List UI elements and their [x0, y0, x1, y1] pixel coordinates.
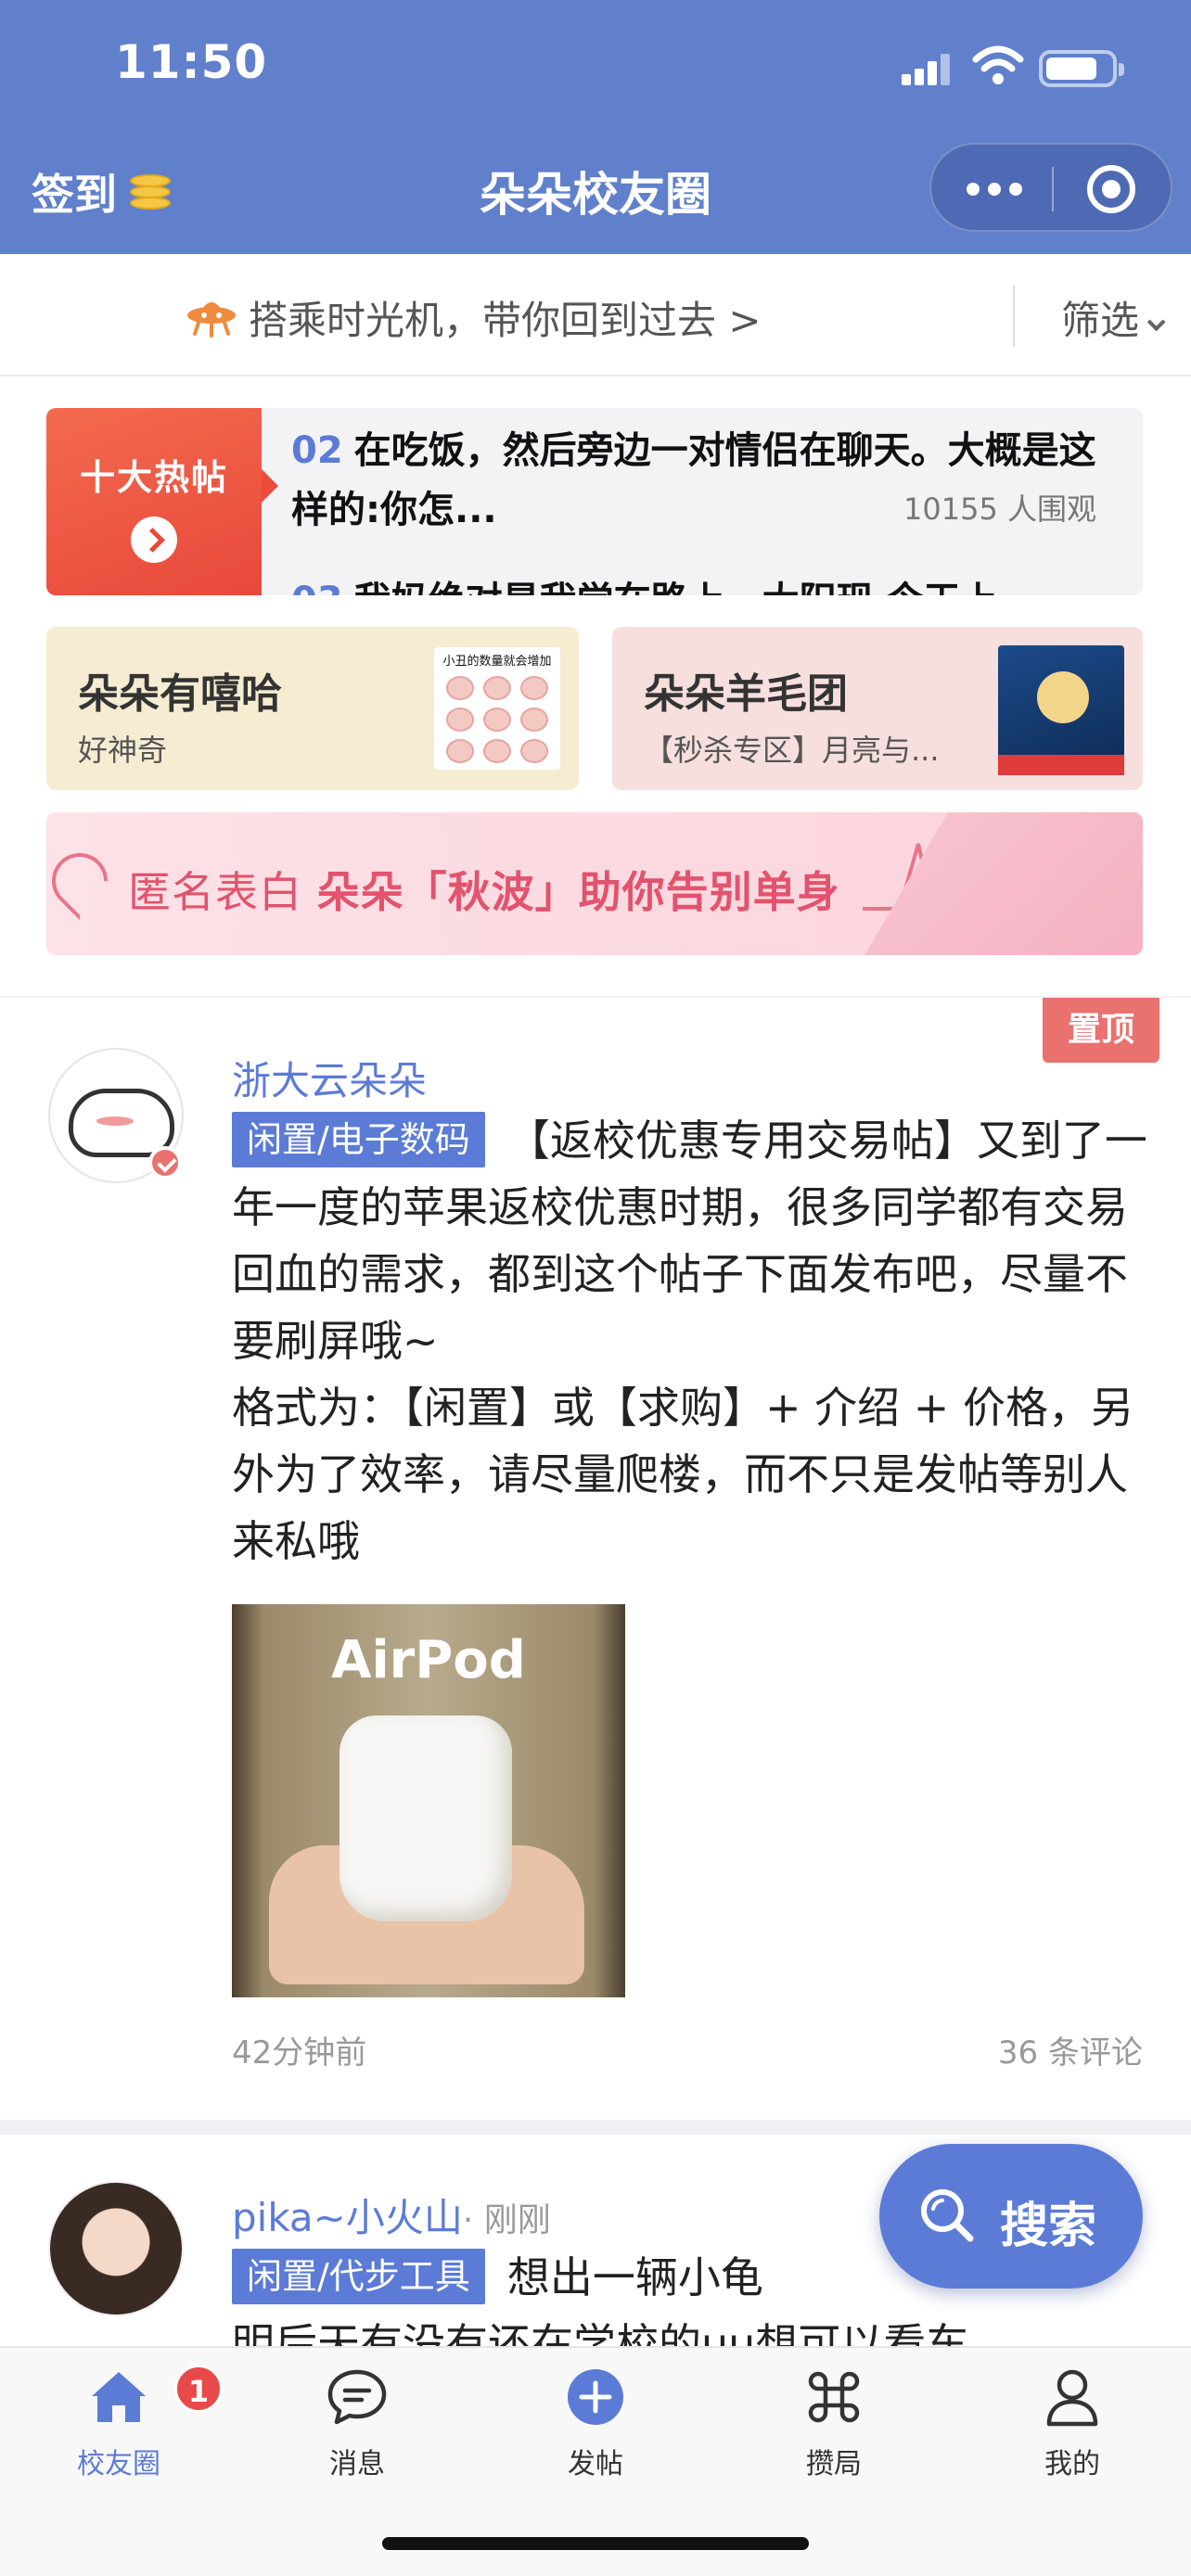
airpods-case-shape — [339, 1715, 512, 1921]
user-icon — [1046, 2369, 1098, 2427]
tab-create-post[interactable]: 发帖 — [521, 2365, 670, 2481]
post-tag[interactable]: 闲置/代步工具 — [232, 2249, 485, 2304]
hot-topics-title: 十大热帖 — [79, 457, 228, 498]
command-icon — [808, 2371, 860, 2423]
tab-label: 校友圈 — [77, 2448, 160, 2480]
hot-topic-rank: 03 — [291, 580, 343, 595]
post-content: 闲置/电子数码 【返校优惠专用交易帖】又到了一年一度的苹果返校优惠时期，很多同学都… — [232, 1107, 1150, 1575]
post-tag[interactable]: 闲置/电子数码 — [232, 1112, 485, 1167]
promo-title: 朵朵有嘻哈 — [78, 670, 282, 718]
time-machine-link[interactable]: 搭乘时光机，带你回到过去 > — [249, 289, 762, 346]
home-icon — [92, 2372, 146, 2422]
battery-icon — [1039, 50, 1124, 87]
time-machine-bar: 搭乘时光机，带你回到过去 > 筛选 — [0, 254, 1191, 376]
plus-icon — [568, 2369, 623, 2425]
promo-title: 朵朵羊毛团 — [644, 670, 848, 718]
tab-label: 消息 — [329, 2448, 385, 2480]
meme-image: 小丑的数量就会增加 — [434, 647, 560, 770]
status-time: 11:50 — [115, 35, 268, 89]
book-image — [998, 645, 1124, 775]
post-author[interactable]: pika~小火山· 刚刚 — [232, 2187, 551, 2243]
hot-topic-views: 10155 人围观 — [903, 491, 1096, 527]
ufo-icon — [187, 302, 236, 338]
tab-label: 我的 — [1044, 2448, 1100, 2480]
close-icon[interactable] — [1087, 165, 1135, 213]
cellular-signal-icon — [902, 52, 954, 85]
chevron-down-icon — [1146, 312, 1166, 332]
chat-icon — [327, 2369, 387, 2425]
search-label: 搜索 — [1000, 2199, 1097, 2254]
post-text: 格式为：【闲置】或【求购】+ 介绍 + 价格，另外为了效率，请尽量爬楼，而不只是… — [232, 1383, 1133, 1566]
avatar[interactable] — [48, 2181, 184, 2316]
search-icon — [921, 2189, 974, 2242]
promo-card-deals[interactable]: 朵朵羊毛团 【秒杀专区】月亮与... — [612, 627, 1143, 790]
post-text: 想出一辆小龟 — [506, 2252, 763, 2302]
hot-topic-rank: 02 — [291, 429, 343, 472]
notification-badge: 1 — [174, 2365, 223, 2413]
image-label: AirPod — [331, 1630, 526, 1690]
tab-label: 攒局 — [806, 2448, 862, 2480]
tab-profile[interactable]: 我的 — [998, 2365, 1146, 2481]
more-icon[interactable] — [967, 180, 1022, 198]
hot-topic-text: 我妈绝对是我觉在路上，大阳现 今天上 — [354, 580, 998, 595]
post-time: · 刚刚 — [462, 2201, 551, 2239]
chevron-right-icon — [131, 516, 177, 563]
tab-alumni-circle[interactable]: 1 校友圈 — [45, 2365, 223, 2481]
post-author[interactable]: 浙大云朵朵 — [232, 1050, 427, 1106]
tab-messages[interactable]: 消息 — [283, 2365, 431, 2481]
hot-topic-item[interactable]: 03 我妈绝对是我觉在路上，大阳现 今天上 — [291, 571, 1126, 595]
confession-banner[interactable]: 匿名表白 朵朵「秋波」助你告别单身 — [46, 812, 1143, 955]
miniprogram-capsule — [929, 143, 1172, 232]
hot-topics-box[interactable]: 十大热帖 02 在吃饭，然后旁边一对情侣在聊天。大概是这样的:你怎... 1015… — [46, 408, 1143, 595]
tab-gatherings[interactable]: 攒局 — [760, 2365, 908, 2481]
meme-caption: 小丑的数量就会增加 — [442, 655, 552, 669]
feature-cards: 十大热帖 02 在吃饭，然后旁边一对情侣在聊天。大概是这样的:你怎... 1015… — [0, 376, 1191, 996]
verified-icon — [148, 1146, 182, 1180]
capsule-divider — [1052, 167, 1054, 211]
promo-subtitle: 【秒杀专区】月亮与... — [644, 733, 940, 768]
promo-card-hiphop[interactable]: 朵朵有嘻哈 好神奇 小丑的数量就会增加 — [46, 627, 579, 790]
tab-label: 发帖 — [568, 2448, 623, 2480]
search-button[interactable]: 搜索 — [879, 2144, 1143, 2289]
home-indicator — [382, 2537, 809, 2550]
pinned-badge: 置顶 — [1043, 998, 1159, 1063]
divider — [1013, 286, 1015, 347]
heart-icon — [46, 841, 120, 921]
filter-label: 筛选 — [1061, 298, 1140, 343]
comment-count[interactable]: 36 条评论 — [998, 2027, 1143, 2072]
promo-subtitle: 好神奇 — [78, 733, 168, 768]
post-time: 42分钟前 — [232, 2034, 367, 2072]
post-image[interactable]: AirPod — [232, 1604, 625, 1997]
filter-button[interactable]: 筛选 — [1061, 289, 1166, 346]
wifi-icon — [972, 45, 1024, 84]
post-card[interactable]: 置顶 浙大云朵朵 闲置/电子数码 【返校优惠专用交易帖】又到了一年一度的苹果返校优… — [0, 998, 1191, 2120]
hot-topics-badge[interactable]: 十大热帖 — [46, 408, 278, 595]
app-header: 11:50 签到 朵朵校友圈 — [0, 0, 1191, 254]
confession-text: 匿名表白 朵朵「秋波」助你告别单身 — [128, 867, 840, 917]
